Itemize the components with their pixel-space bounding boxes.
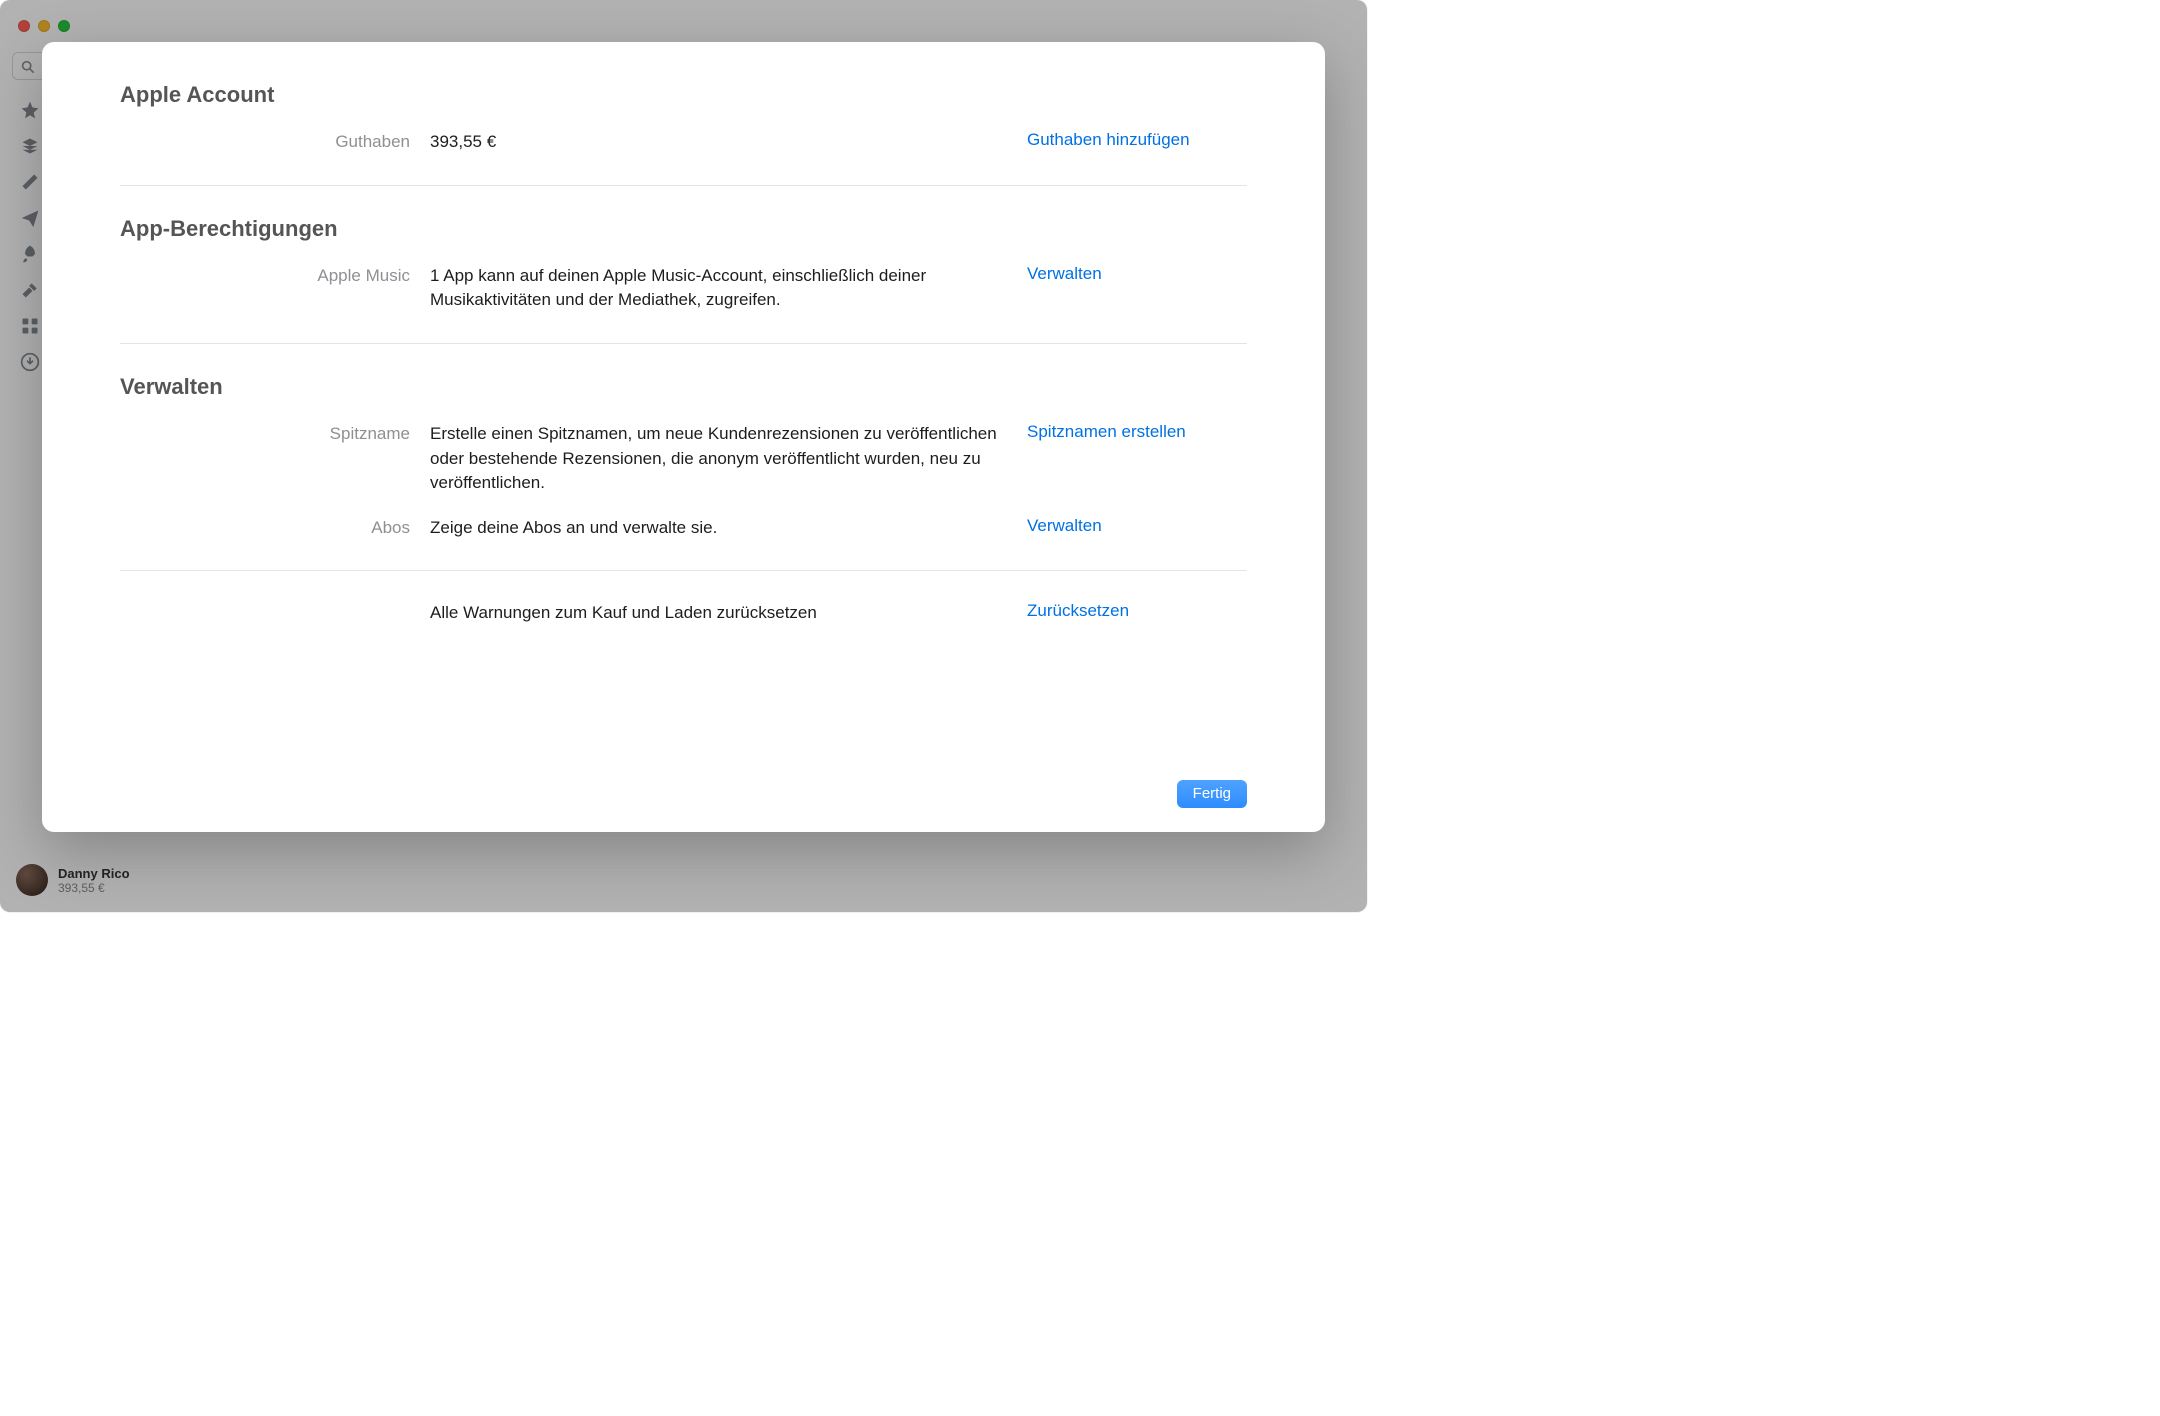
section-heading: Verwalten [120,374,1247,400]
section-app-permissions: App-Berechtigungen Apple Music 1 App kan… [120,216,1247,344]
section-heading: Apple Account [120,82,1247,108]
row-value: Erstelle einen Spitznamen, um neue Kunde… [430,422,1027,496]
row-value: 393,55 € [430,130,1027,155]
manage-subscriptions-button[interactable]: Verwalten [1027,516,1102,536]
row-label: Apple Music [120,264,430,313]
row-value: Zeige deine Abos an und verwalte sie. [430,516,1027,541]
row-label: Abos [120,516,430,541]
done-button[interactable]: Fertig [1177,780,1247,808]
app-window: Danny Rico 393,55 € Apple Account Guthab… [0,0,1367,912]
reset-warnings-button[interactable]: Zurücksetzen [1027,601,1129,621]
add-funds-button[interactable]: Guthaben hinzufügen [1027,130,1190,150]
row-label: Guthaben [120,130,430,155]
row-label [120,601,430,626]
row-apple-music: Apple Music 1 App kann auf deinen Apple … [120,264,1247,313]
sheet-footer: Fertig [120,760,1247,808]
manage-apple-music-button[interactable]: Verwalten [1027,264,1102,284]
section-reset: Alle Warnungen zum Kauf und Laden zurück… [120,601,1247,656]
row-balance: Guthaben 393,55 € Guthaben hinzufügen [120,130,1247,155]
row-value: Alle Warnungen zum Kauf und Laden zurück… [430,601,1027,626]
row-label: Spitzname [120,422,430,496]
row-nickname: Spitzname Erstelle einen Spitznamen, um … [120,422,1247,496]
row-value: 1 App kann auf deinen Apple Music-Accoun… [430,264,1027,313]
section-apple-account: Apple Account Guthaben 393,55 € Guthaben… [120,82,1247,186]
section-manage: Verwalten Spitzname Erstelle einen Spitz… [120,374,1247,572]
create-nickname-button[interactable]: Spitznamen erstellen [1027,422,1186,442]
row-subscriptions: Abos Zeige deine Abos an und verwalte si… [120,516,1247,541]
section-heading: App-Berechtigungen [120,216,1247,242]
account-sheet: Apple Account Guthaben 393,55 € Guthaben… [42,42,1325,832]
row-reset-warnings: Alle Warnungen zum Kauf und Laden zurück… [120,601,1247,626]
